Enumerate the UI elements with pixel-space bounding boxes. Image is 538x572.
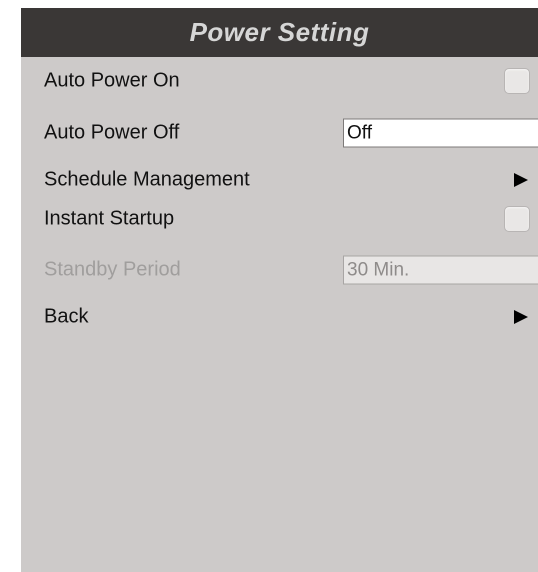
menu-item-label: Instant Startup	[44, 207, 175, 230]
auto-power-on-checkbox[interactable]	[504, 68, 530, 94]
menu-item-back[interactable]: Back	[21, 299, 538, 335]
menu-item-instant-startup[interactable]: Instant Startup	[21, 201, 538, 237]
menu-item-auto-power-on[interactable]: Auto Power On	[21, 63, 538, 99]
menu-item-label: Back	[44, 305, 89, 328]
instant-startup-checkbox[interactable]	[504, 206, 530, 232]
chevron-right-icon[interactable]	[514, 310, 528, 324]
auto-power-off-select[interactable]: Off	[343, 118, 538, 148]
standby-period-select: 30 Min.	[343, 255, 538, 285]
menu-item-label: Schedule Management	[44, 168, 250, 191]
menu-item-auto-power-off[interactable]: Auto Power Off Off	[21, 115, 538, 151]
chevron-right-icon[interactable]	[514, 173, 528, 187]
page-title: Power Setting	[189, 17, 370, 47]
menu-item-label: Auto Power On	[44, 69, 180, 92]
menu-item-label: Standby Period	[44, 258, 181, 281]
title-bar: Power Setting	[21, 8, 538, 57]
menu-item-schedule-management[interactable]: Schedule Management	[21, 162, 538, 198]
menu-item-label: Auto Power Off	[44, 121, 180, 144]
menu-item-standby-period: Standby Period 30 Min.	[21, 252, 538, 288]
power-setting-screen: Power Setting Auto Power On Auto Power O…	[21, 8, 538, 572]
